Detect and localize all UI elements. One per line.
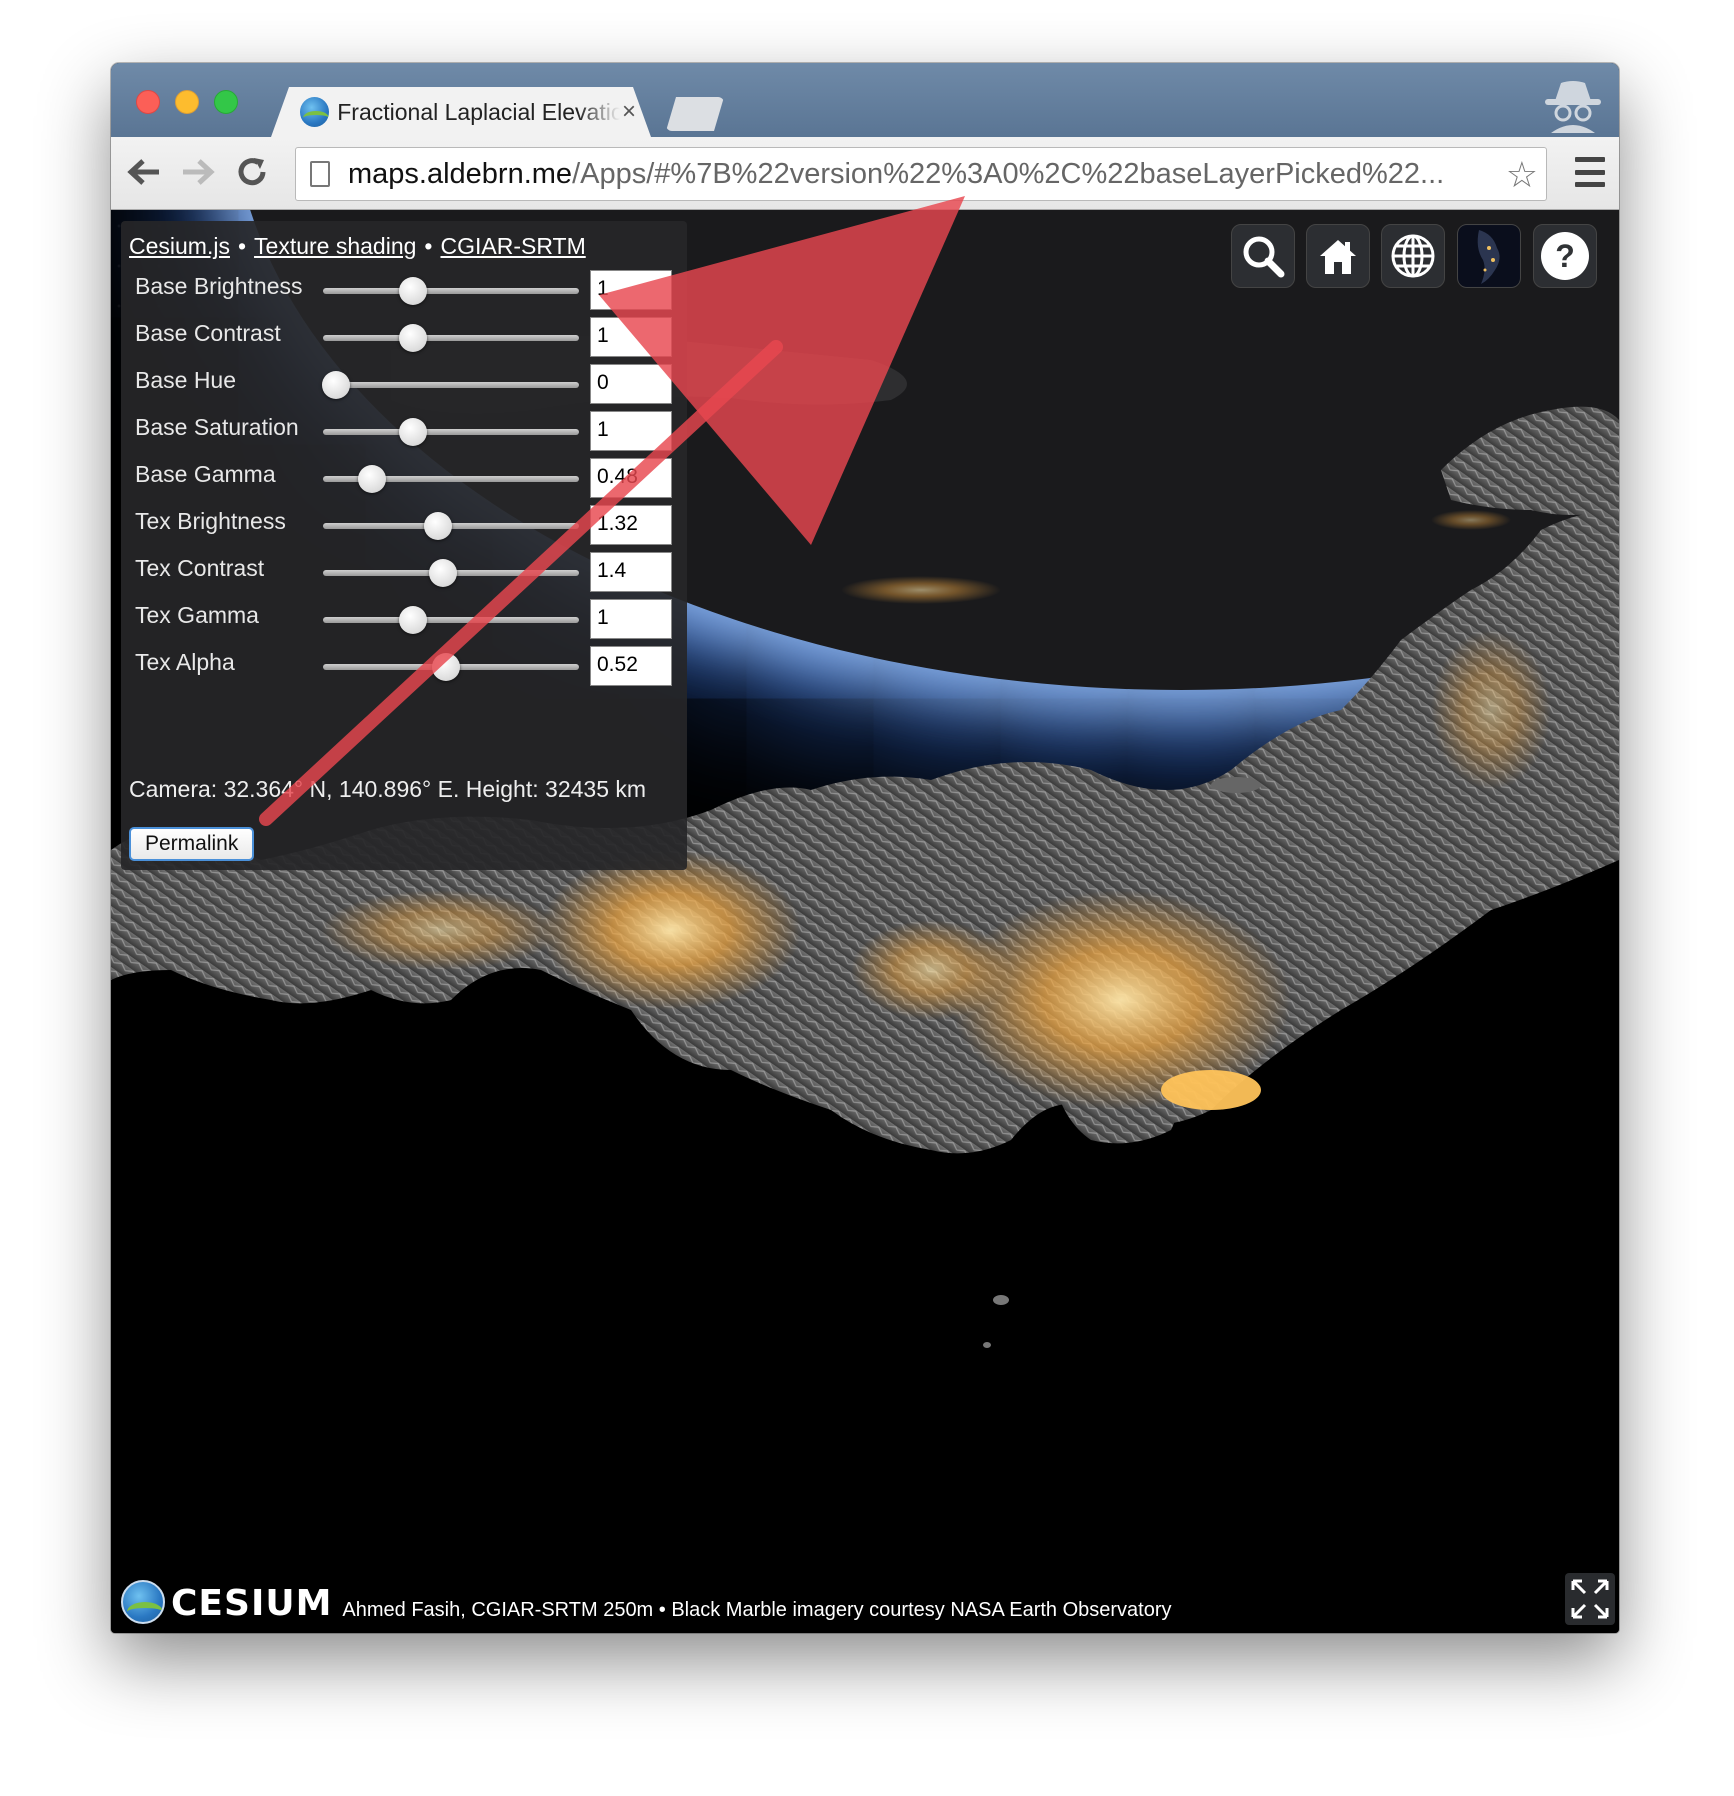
control-tex-alpha: Tex Alpha 0.52 [121, 643, 687, 689]
slider[interactable] [321, 371, 579, 399]
value-input[interactable]: 1.4 [590, 552, 672, 592]
home-button[interactable] [1306, 224, 1370, 288]
value-input[interactable]: 1 [590, 317, 672, 357]
slider-thumb[interactable] [357, 465, 386, 493]
control-label: Base Gamma [135, 461, 276, 487]
slider-thumb[interactable] [321, 371, 350, 399]
browser-toolbar: maps.aldebrn.me/Apps/#%7B%22version%22%3… [111, 137, 1619, 210]
value-input[interactable]: 1.32 [590, 505, 672, 545]
base-layer-picker-button[interactable] [1457, 224, 1521, 288]
home-icon [1320, 240, 1356, 274]
control-label: Base Hue [135, 367, 237, 393]
bookmark-star-icon[interactable]: ☆ [1506, 154, 1538, 196]
control-tex-contrast: Tex Contrast 1.4 [121, 549, 687, 595]
cesium-logo-icon[interactable] [121, 1580, 165, 1624]
tab-title: Fractional Laplacial Elevation [337, 98, 620, 125]
browser-window: Fractional Laplacial Elevation × maps.al… [111, 63, 1619, 1633]
control-tex-gamma: Tex Gamma 1 [121, 596, 687, 642]
panel-links: Cesium.js • Texture shading • CGIAR-SRTM [129, 233, 586, 260]
slider-thumb[interactable] [398, 418, 427, 446]
url-text[interactable]: maps.aldebrn.me/Apps/#%7B%22version%22%3… [348, 158, 1483, 191]
slider[interactable] [323, 465, 579, 493]
slider[interactable] [323, 418, 579, 446]
slider-thumb[interactable] [431, 653, 460, 681]
cesium-logo-text: CESIUM [171, 1583, 333, 1624]
search-icon [1243, 236, 1285, 278]
control-label: Base Saturation [135, 414, 299, 440]
slider-thumb[interactable] [424, 512, 453, 540]
cesium-viewer[interactable]: Cesium.js • Texture shading • CGIAR-SRTM Bas… [111, 210, 1619, 1633]
slider[interactable] [323, 653, 579, 681]
fullscreen-icon [1571, 1579, 1609, 1619]
svg-text:?: ? [1555, 238, 1575, 274]
control-label: Tex Contrast [135, 555, 265, 581]
base-layer-icon [1459, 226, 1519, 286]
scene-mode-button[interactable] [1381, 224, 1445, 288]
help-icon: ? [1541, 232, 1589, 280]
control-label: Base Contrast [135, 320, 281, 346]
slider-thumb[interactable] [398, 277, 427, 305]
slider-thumb[interactable] [398, 606, 427, 634]
geocoder-button[interactable] [1231, 224, 1295, 288]
credits: CESIUM Ahmed Fasih, CGIAR-SRTM 250m • Bl… [121, 1580, 1172, 1624]
slider[interactable] [323, 324, 579, 352]
slider-thumb[interactable] [429, 559, 458, 587]
control-label: Tex Gamma [135, 602, 259, 628]
page-icon [310, 161, 330, 187]
arrow-left-icon [127, 159, 159, 185]
arrow-right-icon [183, 159, 215, 185]
new-tab-button[interactable] [666, 97, 724, 131]
control-base-gamma: Base Gamma 0.48 [121, 455, 687, 501]
slider[interactable] [323, 277, 579, 305]
link-cgiar-srtm[interactable]: CGIAR-SRTM [440, 233, 585, 259]
control-tex-brightness: Tex Brightness 1.32 [121, 502, 687, 548]
control-panel: Cesium.js • Texture shading • CGIAR-SRTM Bas… [121, 221, 687, 870]
value-input[interactable]: 1 [590, 270, 672, 310]
title-bar: Fractional Laplacial Elevation × [111, 63, 1619, 137]
link-separator: • [237, 233, 247, 259]
reload-button[interactable] [229, 149, 275, 195]
link-separator: • [424, 233, 433, 259]
fullscreen-button[interactable] [1565, 1573, 1615, 1625]
control-label: Tex Alpha [135, 649, 235, 675]
reload-icon [238, 158, 266, 186]
control-base-brightness: Base Brightness 1 [121, 267, 687, 313]
menu-icon[interactable] [1575, 157, 1605, 187]
control-base-contrast: Base Contrast 1 [121, 314, 687, 360]
globe-icon [1391, 234, 1435, 278]
control-label: Base Brightness [135, 273, 303, 299]
value-input[interactable]: 1 [590, 599, 672, 639]
slider[interactable] [323, 559, 579, 587]
permalink-button[interactable]: Permalink [129, 827, 255, 861]
close-window-button[interactable] [136, 90, 160, 114]
camera-readout: Camera: 32.364° N, 140.896° E. Height: 3… [129, 776, 647, 802]
back-button[interactable] [121, 149, 167, 195]
value-input[interactable]: 0 [590, 364, 672, 404]
value-input[interactable]: 0.52 [590, 646, 672, 686]
favicon-icon [300, 97, 330, 127]
minimize-window-button[interactable] [175, 90, 199, 114]
incognito-icon [1545, 81, 1601, 133]
slider[interactable] [323, 606, 579, 634]
url-host: maps.aldebrn.me [348, 157, 573, 190]
help-button[interactable]: ? [1533, 224, 1597, 288]
forward-button[interactable] [175, 149, 221, 195]
tab-close-button[interactable]: × [622, 98, 636, 126]
link-texture-shading[interactable]: Texture shading [254, 233, 416, 259]
zoom-window-button[interactable] [214, 90, 238, 114]
link-cesium[interactable]: Cesium.js [129, 233, 230, 259]
value-input[interactable]: 0.48 [590, 458, 672, 498]
browser-tab-content[interactable]: Fractional Laplacial Elevation × [286, 87, 636, 137]
url-path: /Apps/#%7B%22version%22%3A0%2C%22baseLay… [572, 157, 1445, 190]
value-input[interactable]: 1 [590, 411, 672, 451]
credit-text: Ahmed Fasih, CGIAR-SRTM 250m • Black Mar… [342, 1599, 1172, 1621]
control-base-hue: Base Hue 0 [121, 361, 687, 407]
address-bar[interactable]: maps.aldebrn.me/Apps/#%7B%22version%22%3… [295, 147, 1547, 201]
slider[interactable] [323, 512, 579, 540]
slider-thumb[interactable] [398, 324, 427, 352]
control-label: Tex Brightness [135, 508, 286, 534]
control-base-saturation: Base Saturation 1 [121, 408, 687, 454]
